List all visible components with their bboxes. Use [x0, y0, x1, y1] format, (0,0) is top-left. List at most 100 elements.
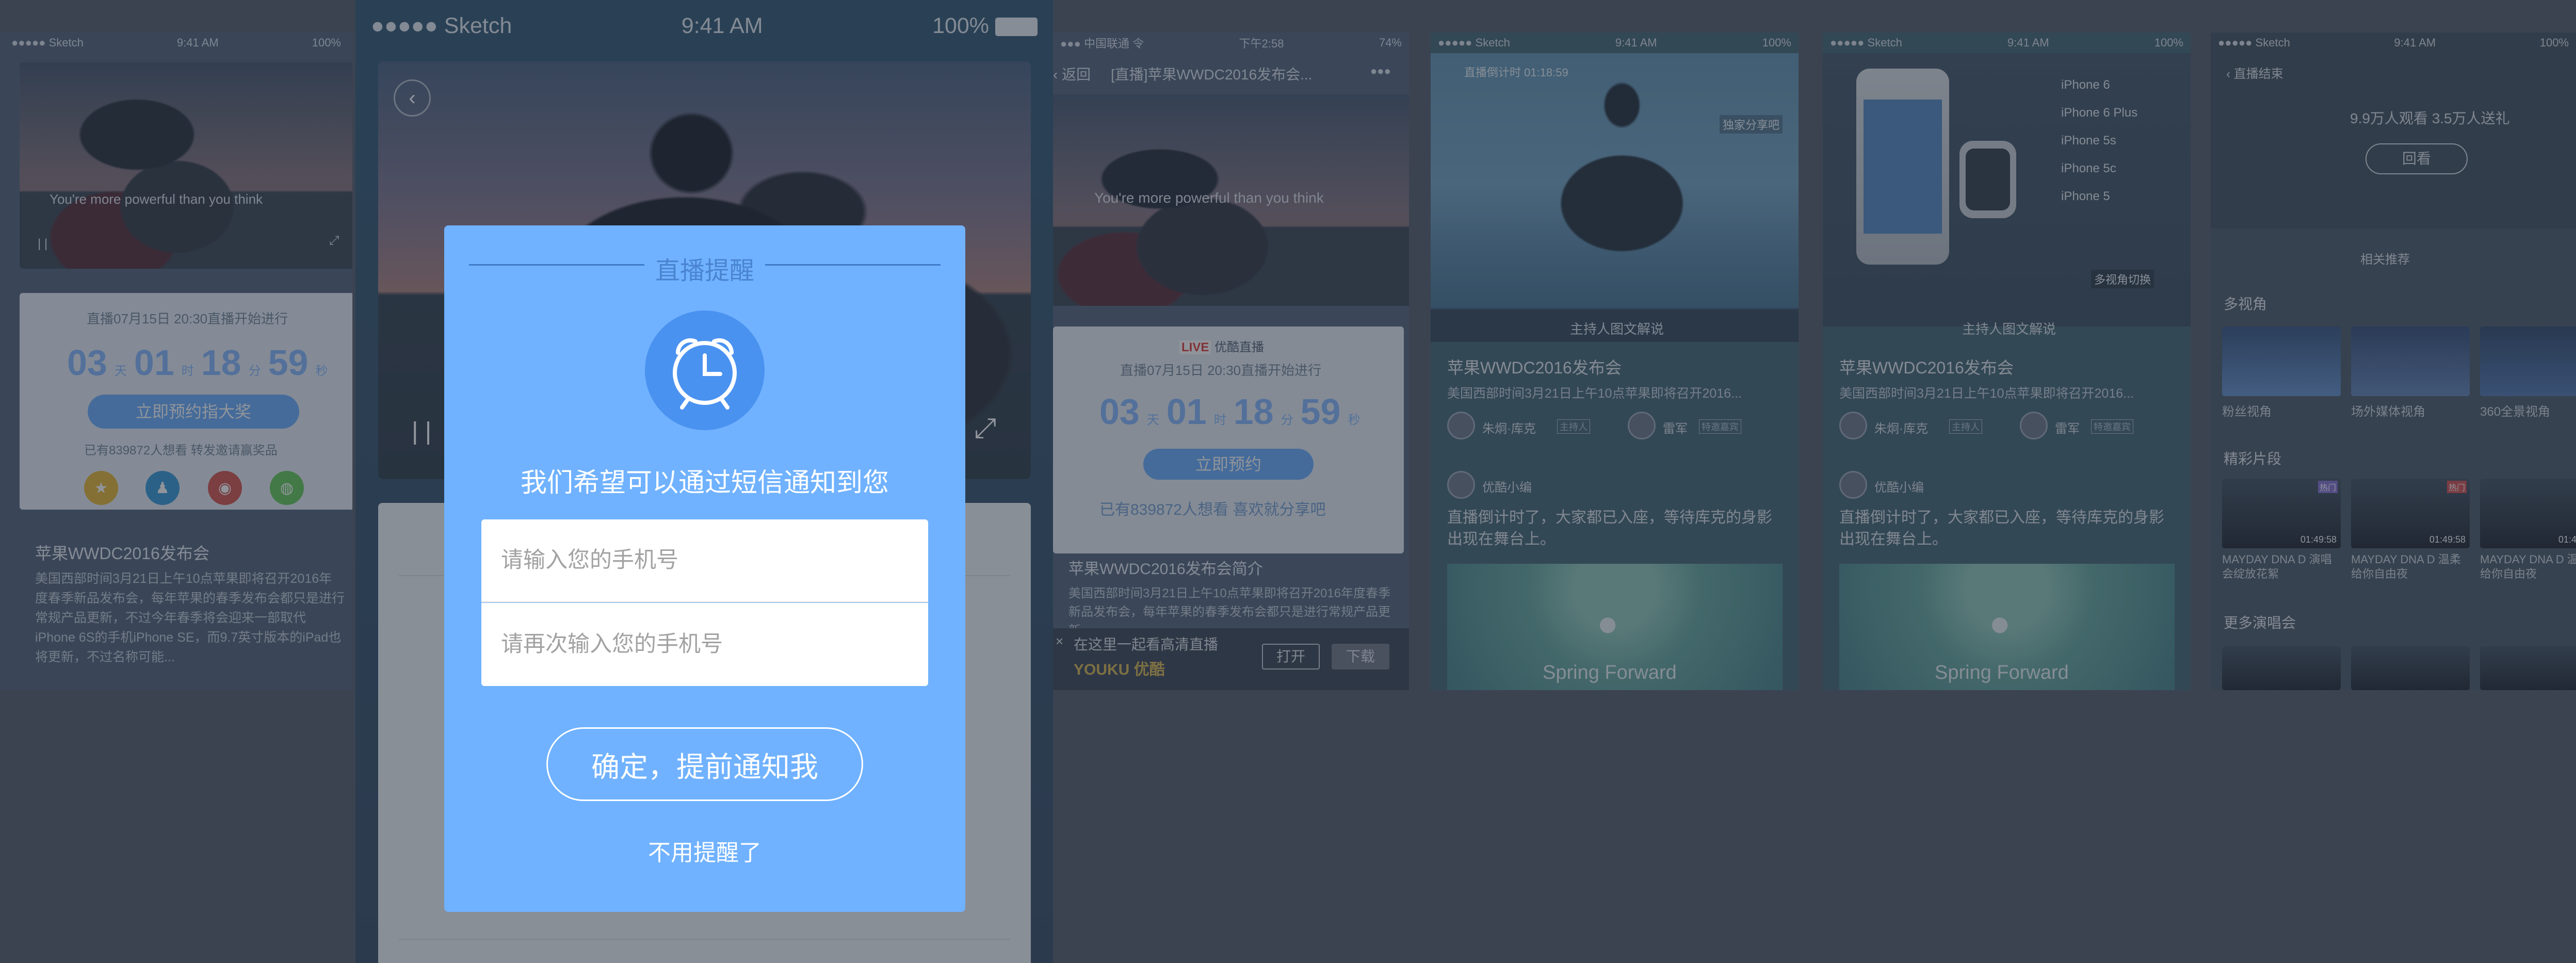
battery-label: 100% — [2154, 36, 2183, 49]
time-label: 9:41 AM — [2394, 36, 2436, 49]
carrier-label: ●●●●● Sketch — [1830, 36, 1902, 49]
concert-thumb[interactable] — [2351, 646, 2470, 690]
event-title: 苹果WWDC2016发布会 — [1447, 358, 1622, 377]
subtab-label: 主持人图文解说 — [1962, 321, 2056, 337]
more-icon[interactable]: ●●● — [1370, 64, 1391, 78]
qq-icon[interactable]: ♟ — [145, 471, 180, 505]
countdown: 03 天 01 时 18 分 59 秒 — [67, 342, 328, 383]
event-title: 苹果WWDC2016发布会 — [1839, 358, 2014, 377]
user-name: 优酷小编 — [1482, 481, 1532, 495]
qzone-icon[interactable]: ★ — [84, 471, 118, 505]
pause-icon[interactable]: | | — [38, 237, 47, 251]
event-desc: 美国西部时间3月21日上午10点苹果即将召开2016... — [1839, 386, 2134, 401]
countdown: 03 天 01 时 18 分 59 秒 — [1099, 391, 1360, 432]
video-player[interactable]: 直播倒计时 01:18:59 独家分享吧 — [1431, 53, 1799, 342]
clip-time: 01:49:58 — [2300, 534, 2337, 545]
spring-forward-image: ● Spring Forward — [1839, 564, 2175, 690]
carrier-label: ●●● 中国联通 令 — [1060, 37, 1144, 50]
battery-label: 100% — [312, 36, 341, 49]
time-label: 下午2:58 — [1239, 37, 1284, 50]
live-reminder-dialog: 直播提醒 我们希望可以通过短信通知到您 确定，提前通知我 不用提醒了 — [444, 225, 965, 912]
spring-forward-text: Spring Forward — [1543, 662, 1677, 683]
weibo-icon[interactable]: ◉ — [208, 471, 242, 505]
dismiss-link[interactable]: 不用提醒了 — [599, 834, 811, 867]
open-app-button[interactable]: 打开 — [1262, 644, 1320, 670]
concert-thumb[interactable] — [2480, 646, 2576, 690]
view-label: 粉丝视角 — [2222, 405, 2272, 419]
carrier-label: ●●●●● Sketch — [371, 13, 512, 38]
user-avatar — [1447, 471, 1475, 499]
event-desc: 美国西部时间3月21日上午10点苹果即将召开2016... — [1447, 386, 1742, 401]
time-label: 9:41 AM — [2007, 36, 2049, 49]
view-thumb[interactable] — [2222, 327, 2341, 396]
screen-5: ●●●●● Sketch 9:41 AM 100% iPhone 6 iPhone… — [1823, 32, 2191, 690]
apple-logo: ● — [1989, 603, 2011, 643]
close-icon[interactable]: × — [1056, 633, 1063, 649]
viewers-label: 9.9万人观看 3.5万人送礼 — [2350, 110, 2510, 126]
spring-forward-text: Spring Forward — [1935, 662, 2069, 683]
video-caption: You're more powerful than you think — [50, 191, 263, 207]
back-icon[interactable]: ‹ — [394, 79, 431, 117]
replay-button[interactable]: 回看 — [2366, 143, 2468, 174]
confirm-button[interactable]: 确定，提前通知我 — [546, 727, 863, 801]
clip-time: 01:49:58 — [2558, 534, 2576, 545]
showcase-canvas: ●●●●● Sketch 9:41 AM 100% You're more po… — [0, 0, 2576, 963]
reserved-count: 已有839872人想看 转发邀请赢奖品 — [84, 444, 278, 458]
phone-confirm-input[interactable] — [481, 603, 928, 686]
reserved-count: 已有839872人想看 喜欢就分享吧 — [1099, 501, 1326, 518]
phone-input[interactable] — [481, 519, 928, 601]
switch-tag[interactable]: 多视角切换 — [2091, 270, 2154, 288]
guest-badge: 特邀嘉宾 — [2091, 419, 2133, 434]
reserve-button[interactable]: 立即预约 — [1143, 449, 1314, 480]
back-button[interactable]: ‹ 返回 — [1053, 63, 1091, 84]
fullscreen-icon[interactable]: ⤢ — [974, 412, 996, 445]
view-thumb[interactable] — [2480, 327, 2576, 396]
guest-name: 雷军 — [1663, 422, 1688, 436]
pause-icon[interactable]: | | — [412, 417, 431, 446]
phone-field[interactable] — [481, 519, 928, 602]
host-name: 朱炯·库克 — [1874, 422, 1928, 436]
view-thumb[interactable] — [2351, 327, 2470, 396]
clip-thumb[interactable]: 热门 01:49:58 — [2351, 479, 2470, 548]
wechat-icon[interactable]: ◍ — [270, 471, 304, 505]
user-name: 优酷小编 — [1874, 481, 1924, 495]
dialog-title: 直播提醒 — [655, 257, 754, 285]
clip-title: MAYDAY DNA D 温柔给你自由夜 — [2351, 553, 2461, 580]
section-title: 苹果WWDC2016发布会简介 — [1068, 561, 1263, 578]
watch-image — [1959, 141, 2016, 218]
multi-view-title: 多视角 — [2224, 296, 2267, 312]
clip-tag: 热门 — [2318, 481, 2338, 493]
concert-thumb[interactable] — [2222, 646, 2341, 690]
back-button[interactable]: ‹ 直播结束 — [2226, 63, 2283, 81]
live-badge: LIVE 优酷直播 — [1179, 337, 1264, 355]
phone-confirm-field[interactable] — [481, 603, 928, 686]
video-player[interactable]: You're more powerful than you think — [1053, 94, 1409, 306]
clip-tag: 热门 — [2447, 481, 2467, 493]
card-title: 直播07月15日 20:30直播开始进行 — [87, 311, 288, 327]
screen-3: ●●● 中国联通 令 下午2:58 74% ‹ 返回 [直播]苹果WWDC201… — [1053, 32, 1409, 690]
highlights-title: 精彩片段 — [2224, 451, 2282, 467]
clip-thumb[interactable]: 热门 01:49:58 — [2222, 479, 2341, 548]
dialog-subtitle: 我们希望可以通过短信通知到您 — [520, 468, 889, 497]
download-button[interactable]: 下载 — [1332, 644, 1389, 670]
model-list: iPhone 6 iPhone 6 Plus iPhone 5s iPhone 5c i… — [2061, 78, 2138, 203]
comment-text: 直播倒计时了，大家都已入座，等待库克的身影出现在舞台上。 — [1839, 509, 2164, 548]
carrier-label: ●●●●● Sketch — [2218, 36, 2290, 49]
user-avatar — [1839, 471, 1867, 499]
clip-thumb[interactable]: 热门 01:49:58 — [2480, 479, 2576, 548]
clip-title: MAYDAY DNA D 演唱会绽放花絮 — [2222, 553, 2332, 580]
battery-label: 100% — [1762, 36, 1791, 49]
guest-badge: 特邀嘉宾 — [1699, 419, 1741, 434]
section-title: 苹果WWDC2016发布会 — [35, 544, 209, 563]
guest-avatar — [2020, 412, 2048, 439]
app-banner: × 在这里一起看高清直播 YOUKU 优酷 打开 下载 — [1053, 628, 1409, 690]
video-player[interactable]: You're more powerful than you think | | … — [20, 62, 352, 269]
subtab-label: 主持人图文解说 — [1570, 321, 1664, 337]
video-player[interactable]: iPhone 6 iPhone 6 Plus iPhone 5s iPhone 5c i… — [1823, 53, 2191, 327]
reserve-button[interactable]: 立即预约指大奖 — [88, 395, 299, 429]
fullscreen-icon[interactable]: ⤢ — [329, 234, 339, 248]
center-screen: ●●●●● Sketch 9:41 AM 100% ‹ | | ⤢ 直播提醒 我… — [355, 0, 1053, 963]
host-badge: 主持人 — [1949, 419, 1982, 434]
video-caption: You're more powerful than you think — [1094, 190, 1324, 206]
youku-logo: YOUKU 优酷 — [1074, 661, 1165, 678]
